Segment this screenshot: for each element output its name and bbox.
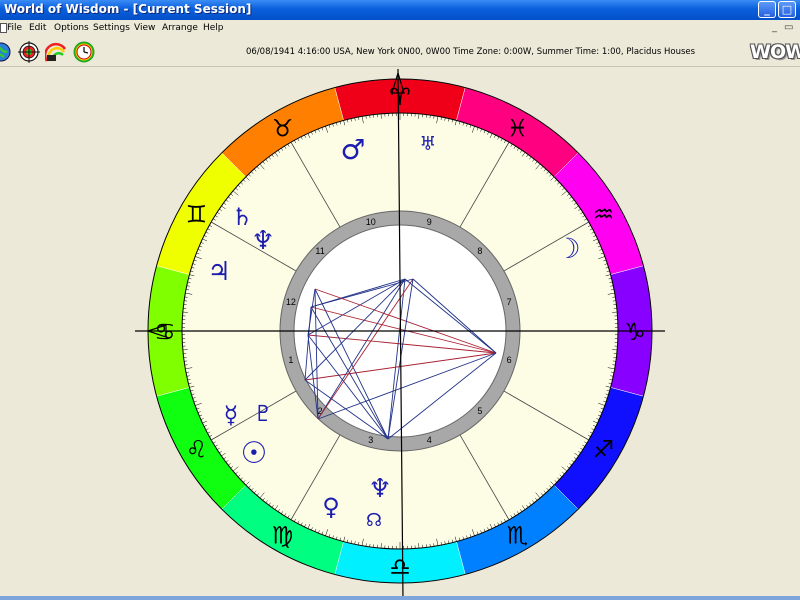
menu-arrange[interactable]: Arrange [162,23,198,33]
astrology-chart-wheel[interactable]: ♈︎♓︎♒︎♑︎♐︎♏︎♎︎♍︎♌︎♋︎♊︎♉︎ 123 456789101112… [0,67,800,600]
planet-glyph-jupiter[interactable]: ♃︎ [207,257,230,287]
sign-glyph-pisces: ♓︎ [507,114,529,142]
planet-glyph-saturn[interactable]: ♄︎ [231,203,253,231]
menu-options[interactable]: Options [54,23,89,33]
sign-glyph-aquarius: ♒︎ [593,201,615,229]
menu-edit[interactable]: Edit [29,23,46,33]
sign-glyph-libra: ♎︎ [389,553,411,581]
sign-glyph-capricorn: ♑︎ [624,318,646,346]
house-number-4: 4 [427,435,432,445]
planet-glyph-moon[interactable]: ☽︎ [555,232,580,265]
house-number-7: 7 [507,297,512,307]
sign-glyph-sagittarius: ♐︎ [593,436,615,464]
document-icon[interactable] [0,23,7,33]
planet-glyph-uranus[interactable]: ♅︎ [419,133,436,155]
status-strip [0,596,800,600]
globe-icon[interactable] [0,41,12,63]
house-number-12: 12 [286,297,296,307]
menu-bar: File Edit Options Settings View Arrange … [0,20,800,37]
title-bar[interactable]: World of Wisdom - [Current Session] _ □ [0,0,800,20]
sign-glyph-virgo: ♍︎ [272,522,294,550]
clock-icon[interactable] [73,41,95,63]
planet-glyph-neptune-2[interactable]: ♆︎ [368,474,391,504]
mdi-restore-button[interactable]: ▭ [784,22,793,33]
wow-logo: WOW [748,40,800,62]
house-number-9: 9 [427,217,432,227]
planet-glyph-north-node[interactable]: ☊︎ [366,510,382,531]
house-number-5: 5 [477,406,482,416]
rainbow-icon[interactable] [45,41,67,63]
menu-view[interactable]: View [134,23,155,33]
sign-glyph-taurus: ♉︎ [272,114,294,142]
logo-text: WOW [750,41,800,62]
maximize-button[interactable]: □ [778,1,796,18]
sign-glyph-leo: ♌︎ [186,436,208,464]
planet-glyph-pluto[interactable]: ♇︎ [253,402,273,427]
window-title: World of Wisdom - [Current Session] [4,2,252,16]
planet-glyph-mercury[interactable]: ☿︎ [224,401,239,429]
sign-glyph-cancer: ♋︎ [154,318,176,346]
house-number-8: 8 [477,246,482,256]
menu-help[interactable]: Help [203,23,224,33]
sign-glyph-gemini: ♊︎ [186,201,208,229]
house-number-3: 3 [368,435,373,445]
house-number-1: 1 [288,355,293,365]
planet-glyph-neptune[interactable]: ♆︎ [251,226,274,256]
chart-info-text: 06/08/1941 4:16:00 USA, New York 0N00, 0… [246,47,696,57]
planet-glyph-sun[interactable]: ☉︎ [241,436,268,471]
house-number-10: 10 [366,217,376,227]
planet-glyph-mars[interactable]: ♂︎ [340,133,365,166]
house-number-11: 11 [315,246,324,256]
house-number-6: 6 [507,355,512,365]
menu-settings[interactable]: Settings [93,23,130,33]
sign-glyph-aries: ♈︎ [389,83,411,111]
menu-file[interactable]: File [7,23,22,33]
chart-canvas: ♈︎ ♓︎ ♒︎ ♑︎ ♐︎ ♏︎ ♎︎ ♍︎ ♌︎ ♋︎ ♊︎ ♉︎ 1 2 3 4 5 6 7 8 9 10 11 12… [0,67,800,600]
planet-glyph-venus[interactable]: ♀︎ [322,493,340,521]
minimize-button[interactable]: _ [758,1,776,18]
target-icon[interactable] [18,41,40,63]
mdi-minimize-button[interactable]: _ [772,22,777,33]
sign-glyph-scorpio: ♏︎ [507,522,529,550]
toolbar: 06/08/1941 4:16:00 USA, New York 0N00, 0… [0,38,800,67]
